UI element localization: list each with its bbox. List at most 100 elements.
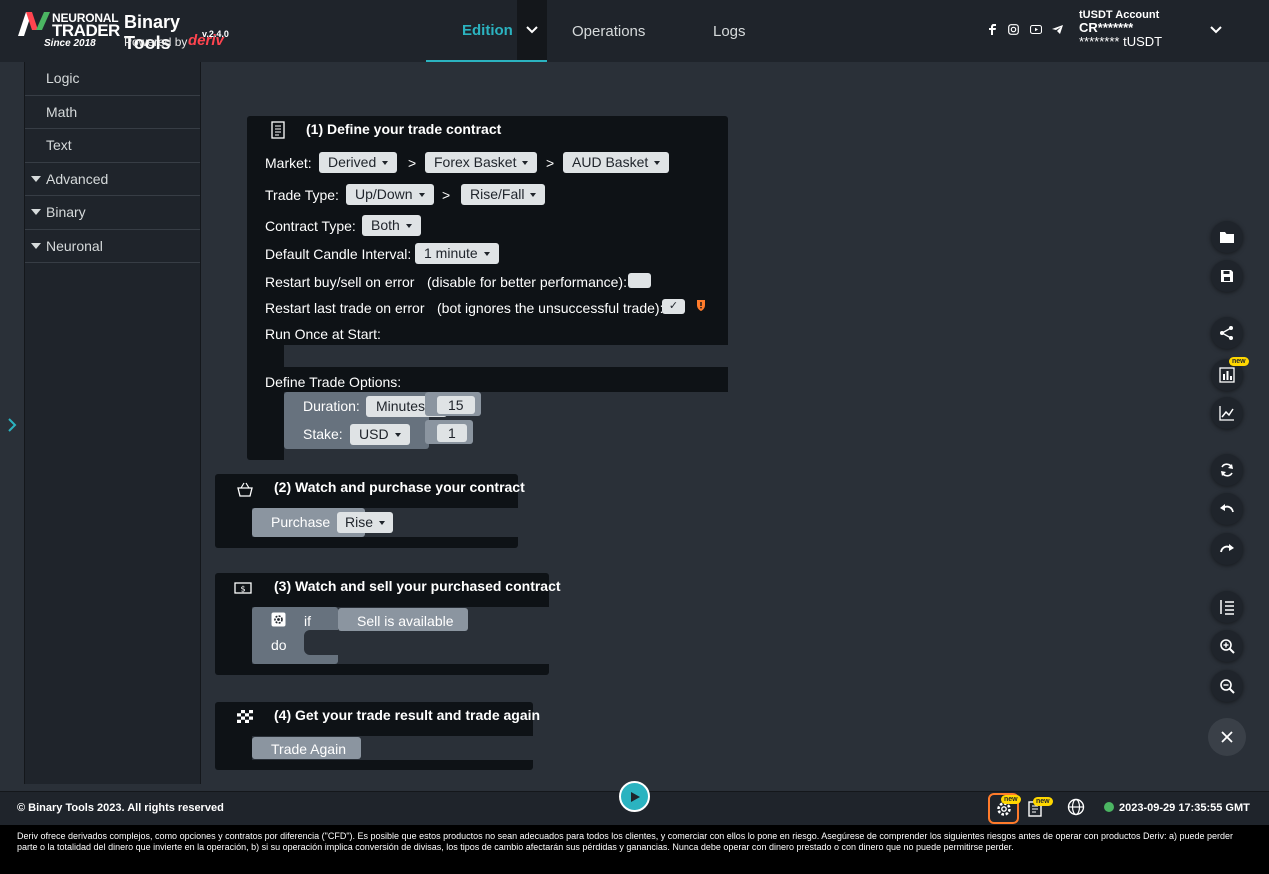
zoom-in-icon [1220, 639, 1235, 654]
tab-edition[interactable]: Edition [426, 0, 547, 62]
purchase-type-dropdown[interactable]: Rise [337, 512, 394, 533]
facebook-icon[interactable] [987, 24, 996, 35]
new-badge: new [1033, 797, 1053, 806]
restart-on-error-checkbox[interactable] [628, 273, 651, 288]
caret-down-icon [394, 433, 401, 438]
gear-icon[interactable] [271, 612, 286, 627]
zoom-out-button[interactable] [1211, 670, 1243, 702]
globe-icon[interactable] [1066, 797, 1086, 817]
caret-down-icon [31, 175, 41, 182]
block1-title: (1) Define your trade contract [306, 121, 502, 137]
trade-type-dropdown[interactable]: Rise/Fall [461, 184, 546, 205]
refresh-icon [1221, 463, 1233, 477]
reload-button[interactable] [1211, 454, 1243, 486]
stake-currency-dropdown[interactable]: USD [350, 424, 410, 445]
server-time: 2023-09-29 17:35:55 GMT [1104, 802, 1250, 814]
restart-last-trade-label: Restart last trade on error [265, 300, 425, 316]
open-file-button[interactable] [1211, 221, 1243, 253]
purchase-label: Purchase [271, 514, 331, 530]
sort-list-icon [1220, 600, 1234, 615]
block4-title: (4) Get your trade result and trade agai… [274, 707, 541, 723]
share-nodes-icon [1220, 326, 1233, 340]
toolbox: Logic Math Text Advanced Binary Neuronal [25, 62, 201, 784]
sort-blocks-button[interactable] [1211, 591, 1243, 623]
stake-label: Stake: [303, 426, 343, 442]
neuronal-trader-logo-icon [18, 12, 50, 36]
close-toolbar-button[interactable] [1208, 718, 1246, 756]
separator: > [442, 187, 451, 203]
deriv-logo: deriv [188, 32, 224, 49]
close-icon [1221, 731, 1233, 743]
tab-operations-label: Operations [572, 22, 646, 40]
tab-logs-label: Logs [713, 22, 746, 40]
caret-down-icon [530, 193, 537, 198]
trade-type-label: Trade Type: [265, 187, 339, 203]
if-label: if [304, 613, 311, 629]
toolbox-item-advanced[interactable]: Advanced [25, 163, 200, 196]
warning-shield-icon[interactable] [696, 299, 706, 311]
caret-down-icon [483, 252, 490, 257]
separator: > [546, 155, 555, 171]
undo-button[interactable] [1211, 493, 1243, 525]
toolbox-item-math[interactable]: Math [25, 96, 200, 129]
duration-value-input[interactable]: 15 [437, 396, 475, 414]
block3-title: (3) Watch and sell your purchased contra… [274, 578, 561, 594]
toolbox-item-logic[interactable]: Logic [25, 62, 200, 96]
brand-since: Since 2018 [44, 38, 96, 49]
toolbox-item-label: Binary [46, 204, 86, 220]
toolbox-item-binary[interactable]: Binary [25, 196, 200, 230]
toolbox-item-neuronal[interactable]: Neuronal [25, 230, 200, 263]
server-time-text: 2023-09-29 17:35:55 GMT [1119, 802, 1250, 814]
powered-by-label: Powered by [124, 35, 188, 49]
header: NEURONAL TRADER Since 2018 Binary Tools … [0, 0, 1269, 62]
symbol-dropdown[interactable]: AUD Basket [563, 152, 670, 173]
edition-dropdown-button[interactable] [517, 0, 547, 60]
save-button[interactable] [1211, 260, 1243, 292]
restart-last-trade-hint: (bot ignores the unsuccessful trade): [437, 300, 664, 316]
instagram-icon[interactable] [1008, 24, 1019, 35]
restart-on-error-hint: (disable for better performance): [427, 274, 627, 290]
tab-operations[interactable]: Operations [572, 0, 645, 62]
caret-down-icon [522, 161, 529, 166]
money-icon: $ [234, 582, 252, 594]
youtube-icon[interactable] [1030, 24, 1042, 35]
do-statement-slot[interactable] [304, 630, 338, 655]
account-chevron-down-icon[interactable] [1208, 22, 1224, 38]
market-dropdown[interactable]: Derived [319, 152, 398, 173]
brand-logo[interactable]: NEURONAL TRADER Since 2018 Binary Tools … [18, 10, 229, 54]
toolbox-item-text[interactable]: Text [25, 129, 200, 163]
folder-icon [1220, 232, 1234, 243]
bar-chart-icon [1219, 367, 1235, 383]
caret-down-icon [379, 521, 386, 526]
toolbox-toggle-bar[interactable] [0, 62, 25, 784]
tab-logs[interactable]: Logs [713, 0, 746, 62]
save-icon [1221, 270, 1233, 282]
copyright-text: © Binary Tools 2023. All rights reserved [17, 802, 224, 814]
redo-button[interactable] [1211, 533, 1243, 565]
submarket-dropdown[interactable]: Forex Basket [425, 152, 538, 173]
reset-workspace-button[interactable] [1211, 317, 1243, 349]
zoom-out-icon [1220, 679, 1235, 694]
candle-interval-dropdown[interactable]: 1 minute [415, 243, 499, 264]
caret-down-icon [382, 161, 389, 166]
duration-label: Duration: [303, 398, 360, 414]
restart-last-trade-checkbox[interactable]: ✓ [662, 299, 685, 314]
caret-down-icon [405, 224, 412, 229]
zoom-in-button[interactable] [1211, 630, 1243, 662]
contract-type-dropdown[interactable]: Both [362, 215, 421, 236]
run-once-statement-slot[interactable] [284, 345, 728, 367]
chevron-right-icon [8, 418, 17, 432]
connection-status-icon [1104, 802, 1114, 812]
account-info[interactable]: tUSDT Account CR******* ******** tUSDT [1079, 9, 1199, 49]
telegram-icon[interactable] [1052, 24, 1063, 35]
trading-view-button[interactable] [1211, 397, 1243, 429]
undo-icon [1220, 504, 1234, 513]
run-once-label: Run Once at Start: [265, 326, 381, 342]
sell-available-label: Sell is available [357, 613, 454, 629]
run-bot-button[interactable] [619, 781, 650, 812]
svg-text:$: $ [240, 585, 245, 594]
toolbox-item-label: Advanced [46, 170, 109, 187]
stake-value-input[interactable]: 1 [437, 424, 467, 442]
trade-type-category-dropdown[interactable]: Up/Down [346, 184, 434, 205]
caret-down-icon [418, 193, 425, 198]
